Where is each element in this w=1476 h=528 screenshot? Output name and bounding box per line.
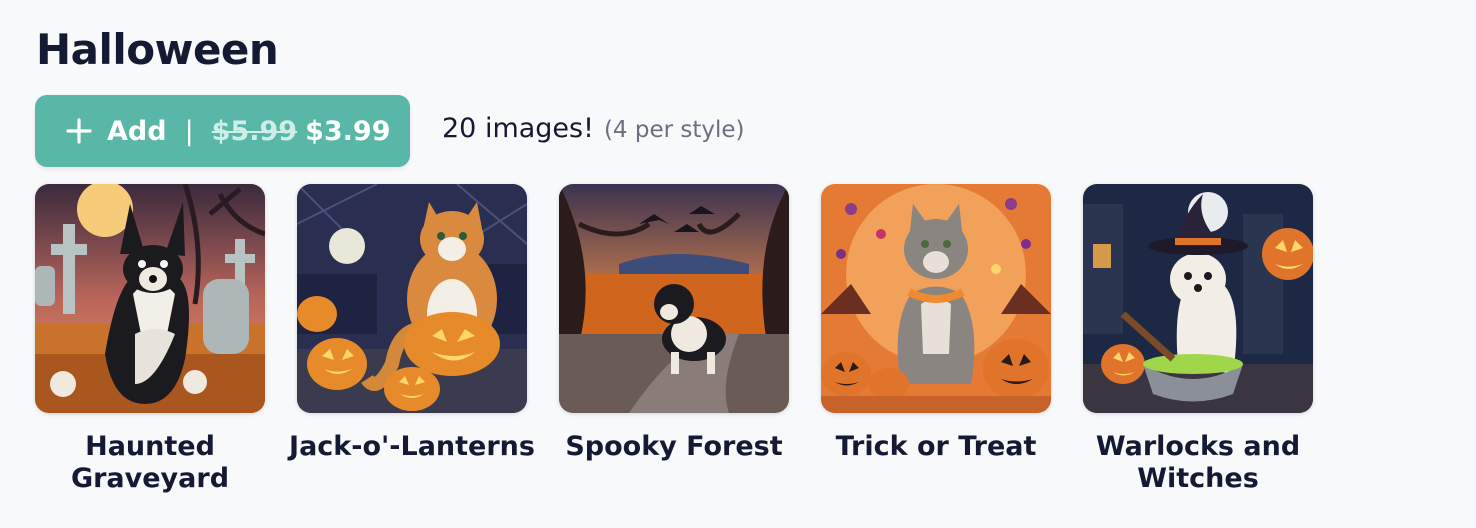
add-button[interactable]: Add | $5.99 $3.99 (35, 95, 410, 167)
style-card-spooky-forest[interactable]: Spooky Forest (559, 184, 789, 463)
style-label: Spooky Forest (565, 431, 783, 462)
old-price: $5.99 (211, 115, 298, 147)
style-card-trick-or-treat[interactable]: Trick or Treat (821, 184, 1051, 463)
style-label: Haunted Graveyard (70, 431, 230, 494)
style-label: Jack-o'-Lanterns (289, 431, 535, 462)
plus-icon (66, 118, 92, 144)
image-count-text: 20 images! (442, 113, 594, 144)
section-title: Halloween (36, 25, 279, 74)
style-card-jack-o-lanterns[interactable]: Jack-o'-Lanterns (289, 184, 535, 463)
style-card-warlocks-and-witches[interactable]: Warlocks and Witches (1083, 184, 1313, 495)
dog-graveyard-image[interactable] (35, 184, 265, 413)
cat-pumpkins-image[interactable] (297, 184, 527, 413)
image-count-note: (4 per style) (603, 117, 745, 143)
style-card-haunted-graveyard[interactable]: Haunted Graveyard (35, 184, 265, 495)
cat-candy-image[interactable] (821, 184, 1051, 413)
dog-witch-image[interactable] (1083, 184, 1313, 413)
image-count: 20 images! (4 per style) (442, 113, 745, 144)
new-price: $3.99 (305, 115, 391, 147)
style-label: Warlocks and Witches (1095, 431, 1301, 494)
style-label: Trick or Treat (835, 431, 1037, 462)
add-button-label: Add (107, 115, 167, 147)
price-separator: | (184, 115, 194, 147)
dog-forest-image[interactable] (559, 184, 789, 413)
